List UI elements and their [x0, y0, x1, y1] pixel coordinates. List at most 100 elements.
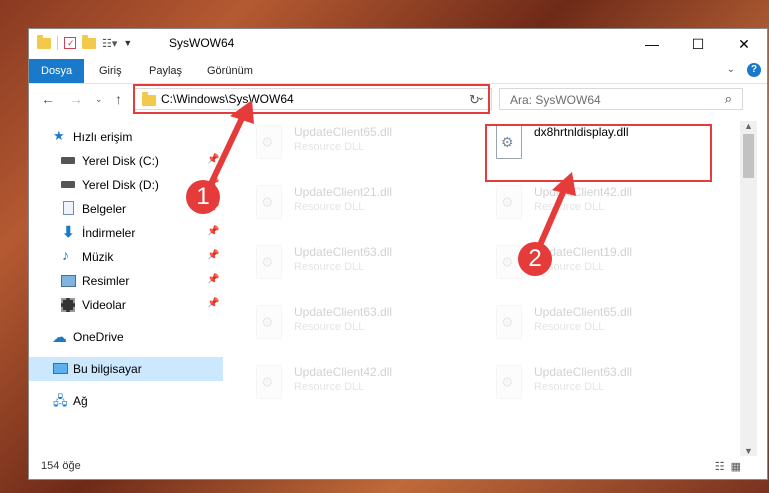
file-type: Resource DLL: [294, 381, 365, 393]
help-icon[interactable]: ?: [747, 63, 761, 77]
close-button[interactable]: ✕: [721, 29, 767, 59]
back-button[interactable]: ←: [41, 91, 55, 107]
recent-locations-icon[interactable]: ⌄: [95, 94, 103, 105]
pin-icon[interactable]: 📌: [207, 226, 219, 237]
nav-label: Yerel Disk (C:): [82, 154, 159, 168]
dll-file-icon: [496, 305, 522, 339]
file-type: Resource DLL: [294, 141, 365, 153]
nav-label: İndirmeler: [82, 226, 136, 240]
file-name: UpdateClient63.dll: [294, 245, 393, 259]
nav-label: Ağ: [73, 394, 88, 408]
pin-icon[interactable]: 📌: [207, 154, 219, 165]
file-name: UpdateClient65.dll: [534, 305, 633, 319]
view-options-icon[interactable]: ☷▾: [102, 37, 117, 50]
documents-icon: [63, 201, 74, 215]
status-bar: 154 öğe ☷▦: [29, 455, 767, 479]
nav-label: Bu bilgisayar: [73, 362, 142, 376]
search-input[interactable]: Ara: SysWOW64 ⌕: [499, 88, 743, 110]
file-item[interactable]: UpdateClient42.dll Resource DLL: [246, 361, 446, 409]
vertical-scrollbar[interactable]: ▲ ▼: [740, 121, 757, 456]
quick-access-toolbar: ✓ ☷▾ ▼: [37, 34, 132, 50]
dll-file-icon: [256, 305, 282, 339]
expand-ribbon-icon[interactable]: ⌄: [727, 64, 735, 75]
download-icon: ⬇: [62, 224, 75, 241]
tab-view[interactable]: Görünüm: [195, 59, 265, 83]
nav-label: Resimler: [82, 274, 130, 288]
file-type: Resource DLL: [294, 261, 365, 273]
item-count: 154 öğe: [41, 460, 81, 472]
file-item[interactable]: UpdateClient65.dll Resource DLL: [246, 121, 446, 169]
scroll-thumb[interactable]: [743, 134, 754, 178]
maximize-button[interactable]: ☐: [675, 29, 721, 59]
file-name: UpdateClient42.dll: [534, 185, 633, 199]
step-1-badge: 1: [186, 180, 220, 214]
file-type: Resource DLL: [534, 381, 605, 393]
file-item[interactable]: UpdateClient21.dll Resource DLL: [246, 181, 446, 229]
customize-toolbar-icon[interactable]: ▼: [123, 38, 132, 48]
file-name: UpdateClient65.dll: [294, 125, 393, 139]
pictures-icon: [61, 275, 76, 287]
tab-file[interactable]: Dosya: [29, 59, 85, 83]
nav-item-videos[interactable]: Videolar 📌: [29, 293, 223, 317]
pin-icon[interactable]: 📌: [207, 298, 219, 309]
file-item[interactable]: UpdateClient65.dll Resource DLL: [486, 301, 686, 349]
nav-label: Belgeler: [82, 202, 127, 216]
nav-label: Hızlı erişim: [73, 130, 133, 144]
file-item[interactable]: UpdateClient63.dll Resource DLL: [246, 241, 446, 289]
cloud-icon: ☁: [52, 329, 67, 346]
file-item[interactable]: UpdateClient19.dll Resource DLL: [486, 241, 686, 289]
star-icon: ★: [53, 128, 65, 143]
properties-icon[interactable]: ✓: [64, 37, 76, 49]
address-highlight-box: [133, 84, 490, 114]
file-item[interactable]: UpdateClient63.dll Resource DLL: [246, 301, 446, 349]
nav-item-c-drive[interactable]: Yerel Disk (C:) 📌: [29, 149, 223, 173]
file-item[interactable]: UpdateClient42.dll Resource DLL: [486, 181, 686, 229]
file-name: UpdateClient63.dll: [294, 305, 393, 319]
tab-share[interactable]: Paylaş: [137, 59, 194, 83]
nav-item-music[interactable]: ♪ Müzik 📌: [29, 245, 223, 269]
file-type: Resource DLL: [534, 201, 605, 213]
search-placeholder: Ara: SysWOW64: [510, 93, 601, 107]
ribbon-tabs: Dosya Giriş Paylaş Görünüm ⌄ ?: [29, 59, 767, 84]
videos-icon: [61, 298, 75, 312]
file-name: UpdateClient63.dll: [534, 365, 633, 379]
music-icon: ♪: [62, 247, 69, 263]
nav-onedrive[interactable]: ☁ OneDrive: [29, 325, 223, 349]
tab-home[interactable]: Giriş: [87, 59, 134, 83]
minimize-button[interactable]: —: [629, 29, 675, 59]
forward-button[interactable]: →: [69, 91, 83, 107]
up-button[interactable]: ↑: [115, 91, 122, 107]
nav-item-downloads[interactable]: ⬇ İndirmeler 📌: [29, 221, 223, 245]
drive-icon: [61, 181, 75, 188]
file-name: UpdateClient21.dll: [294, 185, 393, 199]
window-title: SysWOW64: [169, 36, 235, 50]
file-name: UpdateClient42.dll: [294, 365, 393, 379]
computer-icon: [53, 363, 68, 374]
nav-network[interactable]: 🖧 Ağ: [29, 389, 223, 413]
view-toggle-icons[interactable]: ☷▦: [715, 460, 747, 473]
divider: [57, 36, 58, 50]
file-type: Resource DLL: [534, 321, 605, 333]
dll-file-icon: [496, 365, 522, 399]
file-type: Resource DLL: [294, 201, 365, 213]
navigation-pane: ★ Hızlı erişim Yerel Disk (C:) 📌 Yerel D…: [29, 121, 223, 441]
step-2-badge: 2: [518, 242, 552, 276]
file-highlight-box: [485, 124, 712, 182]
dll-file-icon: [256, 245, 282, 279]
dll-file-icon: [256, 365, 282, 399]
nav-quick-access[interactable]: ★ Hızlı erişim: [29, 125, 223, 149]
title-bar: ✓ ☷▾ ▼ SysWOW64 — ☐ ✕: [29, 29, 767, 59]
folder-icon: [37, 34, 51, 49]
nav-label: Videolar: [82, 298, 126, 312]
dll-file-icon: [496, 185, 522, 219]
scroll-up-icon[interactable]: ▲: [744, 121, 753, 131]
new-folder-icon[interactable]: [82, 34, 96, 49]
nav-item-pictures[interactable]: Resimler 📌: [29, 269, 223, 293]
file-item[interactable]: UpdateClient63.dll Resource DLL: [486, 361, 686, 409]
pin-icon[interactable]: 📌: [207, 250, 219, 261]
search-icon: ⌕: [724, 91, 732, 106]
pin-icon[interactable]: 📌: [207, 274, 219, 285]
nav-label: OneDrive: [73, 330, 124, 344]
dll-file-icon: [256, 185, 282, 219]
nav-this-pc[interactable]: Bu bilgisayar: [29, 357, 223, 381]
